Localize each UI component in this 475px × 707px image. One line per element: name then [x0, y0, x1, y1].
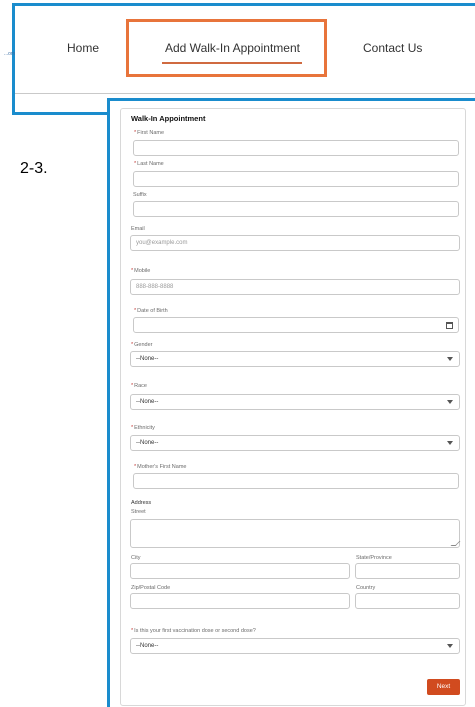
- ethnicity-label: *Ethnicity: [131, 425, 155, 431]
- mother-first-name-input[interactable]: [133, 473, 459, 489]
- nav-contact-link[interactable]: Contact Us: [363, 41, 422, 55]
- suffix-label: Suffix: [133, 192, 147, 198]
- state-label: State/Province: [356, 555, 392, 561]
- gender-select[interactable]: --None--: [130, 351, 460, 367]
- chevron-down-icon: [447, 400, 453, 404]
- country-label: Country: [356, 585, 376, 591]
- country-input[interactable]: [355, 593, 460, 609]
- email-label: Email: [131, 226, 145, 232]
- email-input[interactable]: you@example.com: [130, 235, 460, 251]
- last-name-input[interactable]: [133, 171, 459, 187]
- chevron-down-icon: [447, 441, 453, 445]
- dob-label: *Date of Birth: [134, 308, 168, 314]
- mobile-input[interactable]: 888-888-8888: [130, 279, 460, 295]
- ethnicity-select[interactable]: --None--: [130, 435, 460, 451]
- zip-label: Zip/Postal Code: [131, 585, 171, 591]
- address-heading: Address: [131, 500, 152, 506]
- form-title: Walk-In Appointment: [131, 114, 206, 123]
- ethnicity-value: --None--: [136, 440, 159, 446]
- suffix-input[interactable]: [133, 201, 459, 217]
- next-button[interactable]: Next: [427, 679, 460, 695]
- first-name-label: *First Name: [134, 130, 165, 136]
- gender-value: --None--: [136, 356, 159, 362]
- state-input[interactable]: [355, 563, 460, 579]
- street-textarea[interactable]: [130, 519, 461, 548]
- race-value: --None--: [136, 399, 159, 405]
- calendar-icon[interactable]: [446, 322, 453, 329]
- chevron-down-icon: [447, 357, 453, 361]
- zip-input[interactable]: [130, 593, 350, 609]
- dose-question-label: *Is this your first vaccination dose or …: [131, 628, 256, 634]
- city-input[interactable]: [130, 563, 350, 579]
- nav-highlight-box: [126, 19, 327, 77]
- race-select[interactable]: --None--: [130, 394, 460, 410]
- mobile-placeholder: 888-888-8888: [136, 284, 174, 290]
- dob-input[interactable]: [133, 317, 459, 333]
- mother-first-name-label: *Mother's First Name: [134, 464, 187, 470]
- site-logo[interactable]: ...om: [4, 51, 15, 57]
- email-placeholder: you@example.com: [136, 240, 188, 246]
- dose-value: --None--: [136, 643, 159, 649]
- first-name-input[interactable]: [133, 140, 459, 156]
- gender-label: *Gender: [131, 342, 153, 348]
- mobile-label: *Mobile: [131, 268, 151, 274]
- dose-select[interactable]: --None--: [130, 638, 460, 654]
- street-label: Street: [131, 509, 146, 515]
- resize-handle-icon[interactable]: [450, 541, 461, 546]
- city-label: City: [131, 555, 141, 561]
- nav-home-link[interactable]: Home: [67, 41, 99, 55]
- chevron-down-icon: [447, 644, 453, 648]
- last-name-label: *Last Name: [134, 161, 164, 167]
- race-label: *Race: [131, 383, 147, 389]
- step-label: 2-3.: [20, 160, 48, 177]
